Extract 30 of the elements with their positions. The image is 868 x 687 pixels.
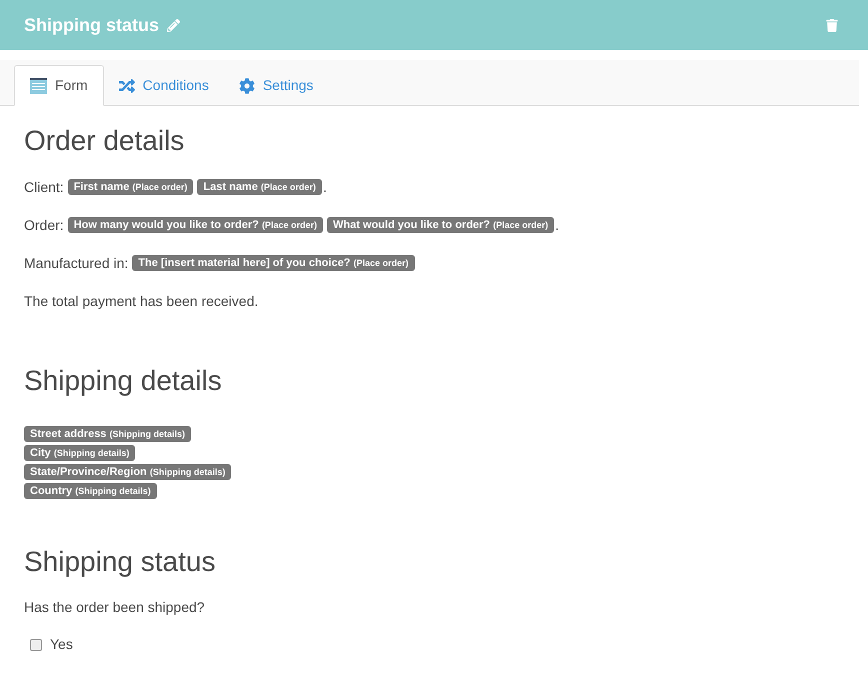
- line-text: Manufactured in:: [24, 254, 128, 273]
- section-heading: Shipping details: [24, 364, 223, 398]
- gear-icon: [238, 78, 255, 94]
- field-tag: Street address (Shipping details): [24, 426, 191, 442]
- shuffle-icon: [118, 78, 135, 94]
- period-text: .: [322, 178, 327, 197]
- line-text: Client:: [24, 178, 64, 197]
- tab[interactable]: Form: [14, 65, 104, 106]
- section-heading: Order details: [24, 124, 186, 158]
- field-tag: The [insert material here] of you choice? (Place order): [132, 255, 414, 271]
- tab[interactable]: Settings: [224, 65, 328, 106]
- line-text: Order:: [24, 216, 64, 235]
- pencil-icon[interactable]: [167, 18, 180, 32]
- field-tag: Country (Shipping details): [24, 483, 157, 499]
- period-text: .: [555, 216, 560, 235]
- option-label: Yes: [50, 635, 73, 654]
- question-text: Has the order been shipped?: [24, 598, 206, 617]
- section-heading: Shipping status: [24, 545, 216, 579]
- checkbox[interactable]: [30, 638, 42, 650]
- field-tag: What would you like to order? (Place order): [326, 217, 554, 233]
- trash-icon[interactable]: [826, 18, 838, 32]
- tab[interactable]: Conditions: [104, 65, 224, 106]
- page-title: Shipping status: [24, 14, 159, 37]
- field-tag: How many would you like to order? (Place order): [68, 217, 323, 233]
- field-tag: First name (Place order): [68, 179, 194, 195]
- line-text: The total payment has been received.: [24, 292, 258, 311]
- field-tag: State/Province/Region (Shipping details): [24, 464, 232, 480]
- field-tag: City (Shipping details): [24, 445, 136, 461]
- form-icon: [30, 78, 47, 94]
- field-tag: Last name (Place order): [197, 179, 322, 195]
